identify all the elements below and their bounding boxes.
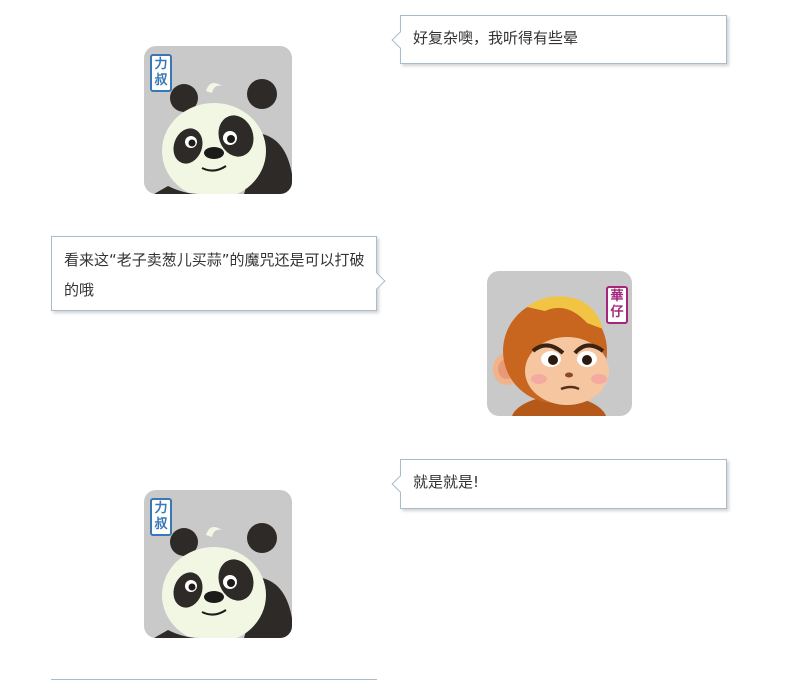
bubble-tail	[391, 31, 409, 49]
panda-name-badge: 力 叔	[150, 54, 172, 92]
panda-avatar: 力 叔	[144, 46, 292, 194]
monkey-name-badge: 華 仔	[606, 286, 628, 324]
chat-article: 力 叔 好复杂噢，我听得有些晕 看来这“老子卖葱儿买蒜”的魔咒还是可以打破的哦	[0, 0, 789, 681]
message-text-3: 就是就是!	[413, 473, 480, 491]
message-bubble-1: 好复杂噢，我听得有些晕	[391, 15, 727, 64]
message-text-2: 看来这“老子卖葱儿买蒜”的魔咒还是可以打破的哦	[64, 251, 365, 299]
panda-name-badge: 力 叔	[150, 498, 172, 536]
panda-avatar: 力 叔	[144, 490, 292, 638]
message-text-1: 好复杂噢，我听得有些晕	[413, 29, 579, 47]
message-bubble-2: 看来这“老子卖葱儿买蒜”的魔咒还是可以打破的哦	[51, 236, 386, 311]
section-divider	[51, 679, 377, 680]
monkey-avatar: 華 仔	[487, 271, 632, 416]
bubble-tail	[391, 475, 409, 493]
bubble-tail	[368, 272, 386, 290]
message-bubble-3: 就是就是!	[391, 459, 727, 509]
